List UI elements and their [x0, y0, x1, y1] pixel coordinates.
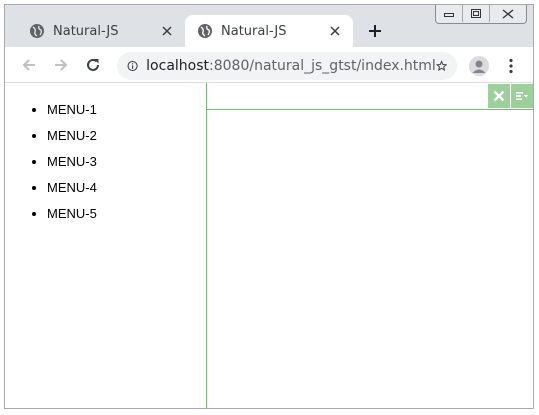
- arrow-right-icon: [55, 59, 68, 71]
- panel-header: [207, 83, 533, 110]
- panel-close-button[interactable]: [488, 84, 510, 108]
- window-controls: [435, 5, 527, 24]
- arrow-left-icon: [22, 59, 35, 71]
- content-panel: [207, 83, 533, 408]
- profile-avatar[interactable]: [469, 56, 489, 76]
- menu-list: MENU-1 MENU-2 MENU-3 MENU-4 MENU-5: [5, 102, 97, 232]
- close-icon: [502, 8, 514, 19]
- close-icon[interactable]: [327, 23, 343, 39]
- restore-button[interactable]: [462, 5, 489, 22]
- tab-title: Natural-JS: [53, 23, 119, 39]
- panel-menu-button[interactable]: [511, 84, 533, 108]
- tab-strip: Natural-JS Natural-JS: [5, 5, 533, 47]
- browser-window: Natural-JS Natural-JS localhost:8080/nat…: [4, 4, 534, 409]
- restore-icon: [471, 9, 481, 18]
- close-icon: [493, 90, 505, 102]
- address-bar[interactable]: localhost:8080/natural_js_gtst/index.htm…: [117, 52, 457, 80]
- menu-item-5[interactable]: MENU-5: [47, 206, 97, 232]
- menu-item-3[interactable]: MENU-3: [47, 154, 97, 180]
- reload-button[interactable]: [83, 55, 103, 75]
- reload-icon: [87, 58, 99, 71]
- forward-button[interactable]: [51, 55, 71, 75]
- page-content: MENU-1 MENU-2 MENU-3 MENU-4 MENU-5: [5, 83, 533, 408]
- kebab-menu-icon: [509, 58, 513, 74]
- menu-item-2[interactable]: MENU-2: [47, 128, 97, 154]
- url-path: :8080/natural_js_gtst/index.html: [209, 58, 436, 74]
- globe-icon: [198, 24, 212, 38]
- globe-icon: [30, 24, 44, 38]
- tab-title: Natural-JS: [221, 23, 287, 39]
- menu-icon: [516, 92, 528, 100]
- close-icon[interactable]: [159, 23, 175, 39]
- minimize-button[interactable]: [436, 5, 462, 22]
- back-button[interactable]: [19, 55, 39, 75]
- browser-menu-button[interactable]: [503, 56, 519, 76]
- new-tab-button[interactable]: [365, 21, 385, 41]
- sidebar: MENU-1 MENU-2 MENU-3 MENU-4 MENU-5: [5, 83, 207, 408]
- info-icon[interactable]: [127, 58, 138, 74]
- star-icon[interactable]: [435, 58, 447, 74]
- window-close-button[interactable]: [489, 5, 526, 22]
- tab-inactive[interactable]: Natural-JS: [17, 15, 185, 47]
- avatar-icon: [469, 56, 489, 76]
- tab-active[interactable]: Natural-JS: [185, 15, 353, 47]
- plus-icon: [369, 25, 381, 37]
- menu-item-1[interactable]: MENU-1: [47, 102, 97, 128]
- url-text: localhost:8080/natural_js_gtst/index.htm…: [146, 58, 436, 74]
- menu-item-4[interactable]: MENU-4: [47, 180, 97, 206]
- url-host: localhost: [146, 58, 210, 74]
- browser-toolbar: localhost:8080/natural_js_gtst/index.htm…: [5, 47, 533, 83]
- minimize-icon: [444, 12, 454, 17]
